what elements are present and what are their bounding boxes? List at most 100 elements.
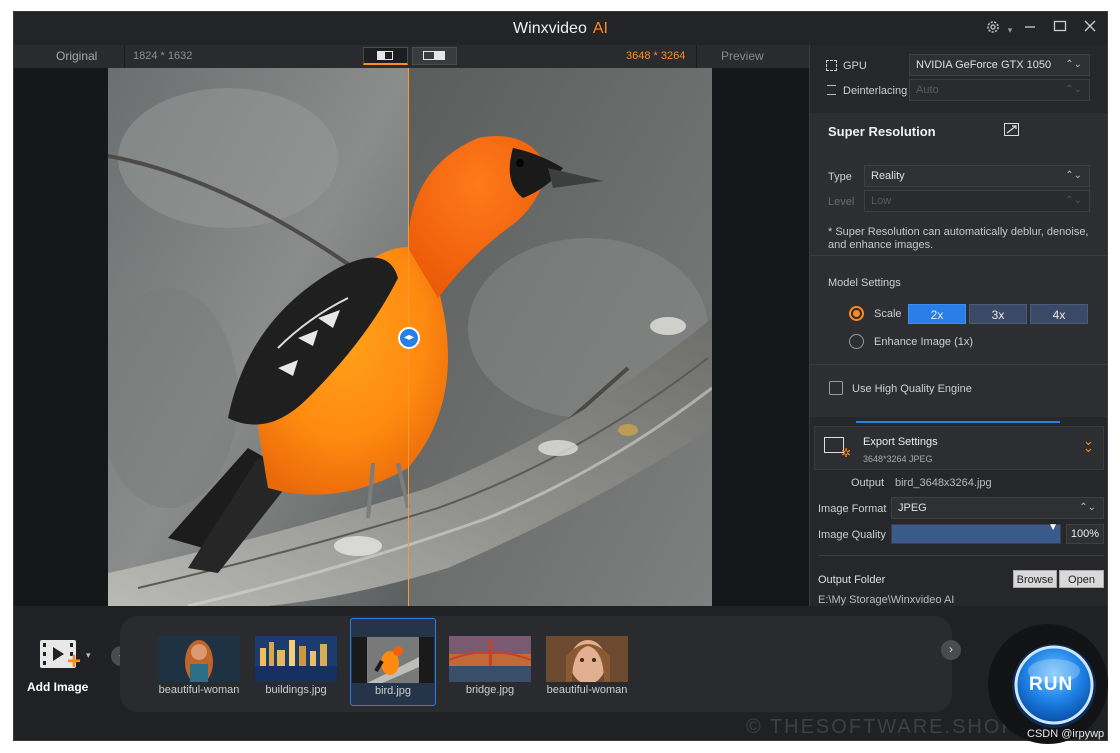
close-icon[interactable]	[1081, 19, 1099, 37]
output-label: Output	[851, 477, 885, 489]
thumbnail-caption: beautiful-woman	[546, 684, 628, 696]
thumbnail-item[interactable]: beautiful-woman	[546, 616, 628, 712]
thumbnail-item[interactable]: buildings.jpg	[255, 616, 337, 712]
gpu-value: NVIDIA GeForce GTX 1050	[916, 59, 1052, 71]
run-label: RUN	[1029, 674, 1074, 695]
split-handle-icon[interactable]: ◂▸	[398, 327, 420, 349]
model-settings-label: Model Settings	[828, 277, 901, 289]
image-quality-value[interactable]: 100%	[1066, 524, 1104, 544]
image-quality-label: Image Quality	[818, 529, 886, 541]
add-video-film-icon: +	[40, 640, 81, 674]
type-label: Type	[828, 171, 852, 183]
image-quality-fill	[892, 525, 1060, 543]
watermark: © THESOFTWARE.SHOP	[746, 716, 1017, 738]
deinterlacing-label: Deinterlacing	[843, 85, 908, 97]
image-format-value: JPEG	[898, 502, 927, 514]
hq-engine-checkbox[interactable]	[829, 381, 843, 395]
settings-panel: GPU NVIDIA GeForce GTX 1050 ⌃⌄ Deinterla…	[809, 45, 1107, 606]
image-format-label: Image Format	[818, 503, 887, 515]
scale-4x-button[interactable]: 4x	[1030, 304, 1088, 324]
output-resolution: 3648 * 3264	[626, 50, 686, 62]
minimize-icon[interactable]	[1021, 19, 1039, 37]
thumbnails-next-icon[interactable]: ›	[941, 640, 961, 660]
thumbnail-caption: beautiful-woman	[158, 684, 240, 696]
hq-engine-label: Use High Quality Engine	[852, 383, 972, 395]
thumbnail-item[interactable]: beautiful-woman	[158, 616, 240, 712]
note-line-2: and enhance images.	[828, 239, 934, 251]
super-resolution-title: Super Resolution	[828, 124, 936, 139]
gpu-select[interactable]: NVIDIA GeForce GTX 1050 ⌃⌄	[909, 54, 1090, 76]
export-collapse-chevron-icon[interactable]: ⌄ ⌄	[1083, 434, 1094, 454]
deinterlacing-value: Auto	[916, 84, 939, 96]
super-resolution-header: Super Resolution	[810, 113, 1107, 148]
image-canvas[interactable]: ◂▸	[14, 68, 809, 606]
output-filename: bird_3648x3264.jpg	[895, 477, 992, 489]
open-button[interactable]: Open	[1059, 570, 1104, 588]
thumbnail-item[interactable]: bridge.jpg	[449, 616, 531, 712]
image-quality-handle[interactable]: ▼	[1048, 522, 1058, 533]
maximize-icon[interactable]	[1051, 19, 1069, 37]
scale-options: 2x 3x 4x	[908, 304, 1090, 324]
type-value: Reality	[871, 170, 905, 182]
app-title-ai: AI	[592, 20, 608, 37]
image-quality-slider[interactable]: ▼	[891, 522, 1061, 544]
output-folder-path: E:\My Storage\Winxvideo AI	[818, 594, 955, 606]
thumbnail-image	[158, 636, 240, 682]
scale-3x-button[interactable]: 3x	[969, 304, 1027, 324]
output-folder-label: Output Folder	[818, 574, 886, 586]
deinterlacing-icon	[827, 85, 836, 95]
scale-label: Scale	[874, 308, 902, 320]
title-bar: Winxvideo AI ▾	[14, 12, 1107, 45]
super-resolution-note: * Super Resolution can automatically deb…	[828, 226, 1098, 252]
thumbnail-image	[352, 637, 434, 683]
export-settings-title: Export Settings	[863, 436, 938, 448]
note-line-1: * Super Resolution can automatically deb…	[828, 226, 1089, 238]
browse-button[interactable]: Browse	[1013, 570, 1057, 588]
gpu-icon	[826, 60, 837, 71]
thumbnail-caption: buildings.jpg	[265, 684, 327, 696]
type-chevron-icon: ⌃⌄	[1065, 170, 1082, 181]
image-format-select[interactable]: JPEG ⌃⌄	[891, 497, 1104, 519]
level-chevron-icon: ⌃⌄	[1065, 195, 1082, 206]
add-image-button[interactable]: + ▾ Add Image	[24, 636, 104, 702]
thumbnail-image	[449, 636, 531, 682]
export-monitor-icon: ✲	[824, 437, 851, 460]
add-image-label: Add Image	[27, 680, 89, 694]
export-summary: 3648*3264 JPEG	[863, 454, 933, 464]
thumbnail-caption: bridge.jpg	[465, 684, 515, 696]
split-view-button[interactable]	[363, 47, 408, 65]
scale-radio[interactable]	[849, 306, 864, 321]
gpu-select-chevron-icon: ⌃⌄	[1065, 59, 1082, 70]
side-by-side-icon	[423, 51, 445, 60]
app-title: Winxvideo AI	[14, 20, 1107, 38]
enhance-radio[interactable]	[849, 334, 864, 349]
thumbnail-image	[255, 636, 337, 682]
thumbnail-image	[546, 636, 628, 682]
level-select[interactable]: Low ⌃⌄	[864, 190, 1090, 212]
settings-dropdown-chevron-icon[interactable]: ▾	[1001, 21, 1019, 39]
original-resolution: 1824 * 1632	[133, 50, 193, 62]
deinterlacing-chevron-icon: ⌃⌄	[1065, 84, 1082, 95]
level-value: Low	[871, 195, 892, 207]
csdn-credit: CSDN @irpywp	[1027, 728, 1105, 740]
deinterlacing-select[interactable]: Auto ⌃⌄	[909, 79, 1090, 101]
settings-gear-icon[interactable]	[984, 19, 1002, 37]
thumbnail-strip: beautiful-woman buildings.jpg bird.jpg b…	[120, 616, 952, 712]
preview-label: Preview	[721, 49, 764, 63]
app-window: Winxvideo AI ▾ Original 1824 * 1632 3648 …	[13, 11, 1108, 741]
split-view-icon	[377, 51, 393, 60]
expand-icon[interactable]	[1004, 123, 1019, 136]
add-image-dropdown-icon[interactable]: ▾	[86, 650, 91, 661]
panel-scroll-indicator	[856, 421, 1060, 423]
thumbnail-item-selected[interactable]: bird.jpg	[350, 618, 436, 706]
type-select[interactable]: Reality ⌃⌄	[864, 165, 1090, 187]
divider	[818, 555, 1104, 556]
view-header: Original 1824 * 1632 3648 * 3264 Preview	[14, 45, 809, 68]
export-settings-header[interactable]: ✲ Export Settings 3648*3264 JPEG ⌄ ⌄	[814, 426, 1104, 470]
app-title-text: Winxvideo	[513, 20, 587, 37]
bird-photo: ◂▸	[108, 68, 712, 606]
enhance-label: Enhance Image (1x)	[874, 336, 974, 348]
side-by-side-view-button[interactable]	[412, 47, 457, 65]
thumbnail-caption: bird.jpg	[374, 685, 412, 697]
scale-2x-button[interactable]: 2x	[908, 304, 966, 324]
